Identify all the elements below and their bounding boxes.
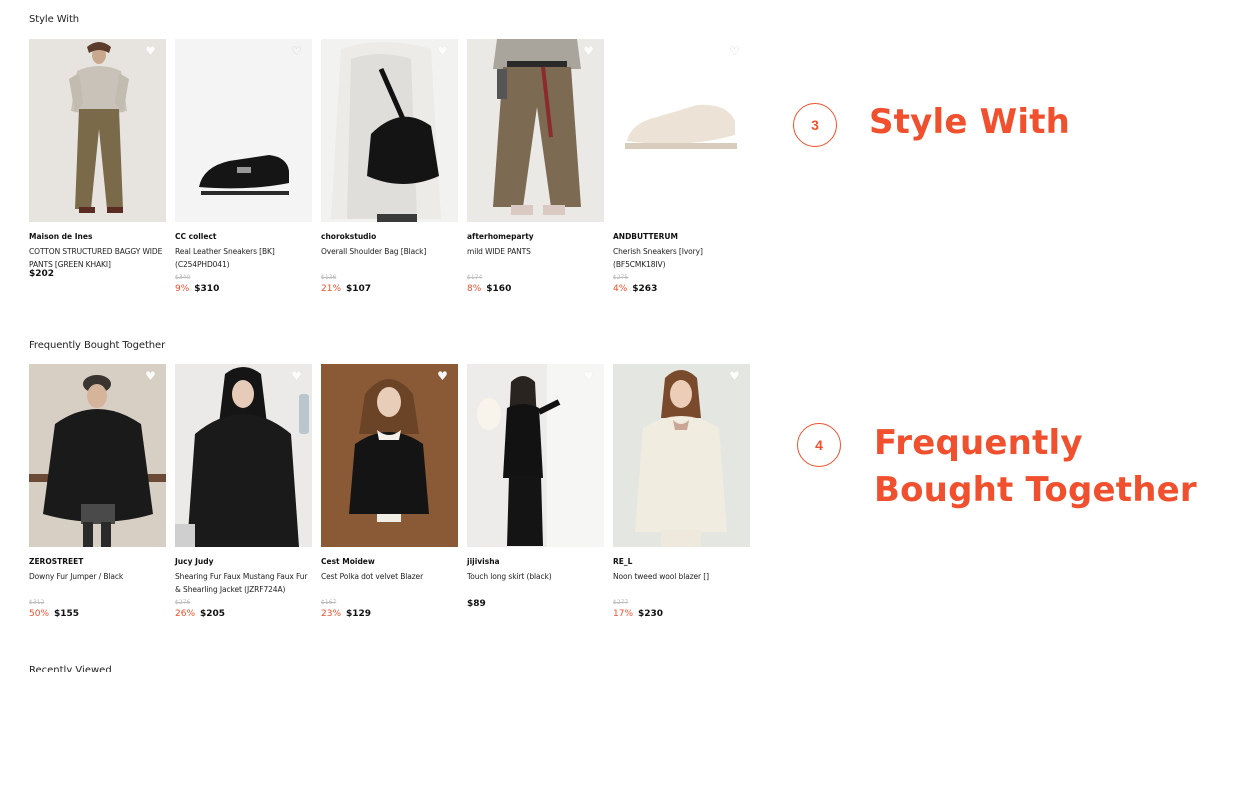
product-brand: CC collect	[175, 232, 217, 241]
product-image[interactable]: ♥	[467, 364, 604, 547]
product-discount: 17%	[613, 609, 634, 619]
product-name[interactable]: mild WIDE PANTS	[467, 246, 604, 271]
product-name[interactable]: Real Leather Sneakers [BK] (C254PHD041)	[175, 246, 312, 271]
heart-icon[interactable]: ♥	[728, 370, 741, 383]
product-brand: Maison de Ines	[29, 232, 93, 241]
product-discount: 21%	[321, 284, 342, 294]
heart-icon[interactable]: ♥	[582, 45, 595, 58]
product-card[interactable]: ♥ ZEROSTREET Downy Fur Jumper / Black $3…	[29, 364, 166, 620]
product-original-price: $340	[175, 274, 191, 281]
product-price-line: 23% $129	[321, 608, 458, 620]
callout-line: Frequently	[874, 423, 1083, 463]
product-image[interactable]: ♡	[175, 39, 312, 222]
product-discount: 9%	[175, 284, 190, 294]
heart-icon[interactable]: ♡	[728, 45, 741, 58]
product-image[interactable]: ♡	[613, 39, 750, 222]
product-image[interactable]: ♥	[29, 364, 166, 547]
frequently-bought-product-row: ♥ ZEROSTREET Downy Fur Jumper / Black $3…	[29, 364, 750, 620]
product-name[interactable]: Cest Polka dot velvet Blazer	[321, 571, 458, 596]
product-discount: 26%	[175, 609, 196, 619]
section-title-recently-viewed: Recently Viewed	[29, 665, 112, 672]
product-price: $107	[346, 284, 372, 294]
product-image[interactable]: ♥	[175, 364, 312, 547]
heart-icon[interactable]: ♥	[144, 45, 157, 58]
product-card[interactable]: ♥ Cest Moidew Cest Polka dot velvet Blaz…	[321, 364, 458, 620]
callout-label-style-with: Style With	[869, 99, 1070, 146]
product-price-line: 26% $205	[175, 608, 312, 620]
product-original-price: $136	[321, 274, 337, 281]
product-price-line: 8% $160	[467, 283, 604, 295]
callout-line: Bought Together	[874, 470, 1197, 510]
product-discount: 23%	[321, 609, 342, 619]
product-card[interactable]: ♥ Maison de Ines COTTON STRUCTURED BAGGY…	[29, 39, 166, 295]
product-brand: jijivisha	[467, 557, 500, 566]
product-brand: Cest Moidew	[321, 557, 375, 566]
product-price: $263	[632, 284, 658, 294]
product-image[interactable]: ♥	[321, 364, 458, 547]
product-card[interactable]: ♥ jijivisha Touch long skirt (black) $89	[467, 364, 604, 620]
heart-icon[interactable]: ♥	[436, 370, 449, 383]
style-with-product-row: ♥ Maison de Ines COTTON STRUCTURED BAGGY…	[29, 39, 750, 295]
product-price: $310	[194, 284, 220, 294]
product-original-price: $277	[613, 599, 629, 606]
product-brand: Jucy Judy	[175, 557, 214, 566]
callout-number-3: 3	[793, 103, 837, 147]
section-title-style-with: Style With	[29, 14, 80, 25]
product-image[interactable]: ♥	[467, 39, 604, 222]
heart-icon[interactable]: ♥	[436, 45, 449, 58]
product-discount: 8%	[467, 284, 482, 294]
product-card[interactable]: ♡ ANDBUTTERUM Cherish Sneakers [Ivory] (…	[613, 39, 750, 295]
product-brand: RE_L	[613, 557, 633, 566]
product-name[interactable]: Shearing Fur Faux Mustang Faux Fur & She…	[175, 571, 312, 596]
product-discount: 4%	[613, 284, 628, 294]
product-brand: chorokstudio	[321, 232, 377, 241]
product-price-line: 4% $263	[613, 283, 750, 295]
product-image[interactable]: ♥	[321, 39, 458, 222]
product-image[interactable]: ♥	[29, 39, 166, 222]
product-brand: ZEROSTREET	[29, 557, 84, 566]
product-price: $230	[638, 609, 664, 619]
product-original-price: $167	[321, 599, 337, 606]
product-price: $205	[200, 609, 226, 619]
section-title-frequently-bought-together: Frequently Bought Together	[29, 340, 166, 351]
product-price: $89	[467, 599, 486, 609]
product-name[interactable]: Cherish Sneakers [Ivory] (BF5CMK18IV)	[613, 246, 750, 271]
product-original-price: $276	[175, 599, 191, 606]
product-price: $129	[346, 609, 372, 619]
product-name[interactable]: Downy Fur Jumper / Black	[29, 571, 166, 596]
product-card[interactable]: ♥ Jucy Judy Shearing Fur Faux Mustang Fa…	[175, 364, 312, 620]
product-card[interactable]: ♥ chorokstudio Overall Shoulder Bag [Bla…	[321, 39, 458, 295]
product-card[interactable]: ♥ afterhomeparty mild WIDE PANTS $174 8%…	[467, 39, 604, 295]
product-name[interactable]: Noon tweed wool blazer []	[613, 571, 750, 596]
product-price: $202	[29, 269, 55, 279]
product-price: $155	[54, 609, 80, 619]
callout-label-frequently-bought-together: Frequently Bought Together	[874, 420, 1197, 514]
product-name[interactable]: Overall Shoulder Bag [Black]	[321, 246, 458, 271]
product-brand: ANDBUTTERUM	[613, 232, 678, 241]
product-card[interactable]: ♥ RE_L Noon tweed wool blazer [] $277 17…	[613, 364, 750, 620]
product-name[interactable]: Touch long skirt (black)	[467, 571, 604, 596]
product-price-line: 21% $107	[321, 283, 458, 295]
callout-number-4: 4	[797, 423, 841, 467]
product-image[interactable]: ♥	[613, 364, 750, 547]
product-original-price: $174	[467, 274, 483, 281]
heart-icon[interactable]: ♡	[290, 45, 303, 58]
product-price: $160	[486, 284, 512, 294]
product-discount: 50%	[29, 609, 50, 619]
heart-icon[interactable]: ♥	[290, 370, 303, 383]
product-card[interactable]: ♡ CC collect Real Leather Sneakers [BK] …	[175, 39, 312, 295]
product-original-price: $312	[29, 599, 45, 606]
heart-icon[interactable]: ♥	[582, 370, 595, 383]
heart-icon[interactable]: ♥	[144, 370, 157, 383]
product-brand: afterhomeparty	[467, 232, 534, 241]
product-original-price: $275	[613, 274, 629, 281]
product-price-line: $89	[467, 598, 604, 610]
product-price-line: 17% $230	[613, 608, 750, 620]
callout-line: Style With	[869, 102, 1071, 142]
product-price-line: 50% $155	[29, 608, 166, 620]
product-price-line: 9% $310	[175, 283, 312, 295]
